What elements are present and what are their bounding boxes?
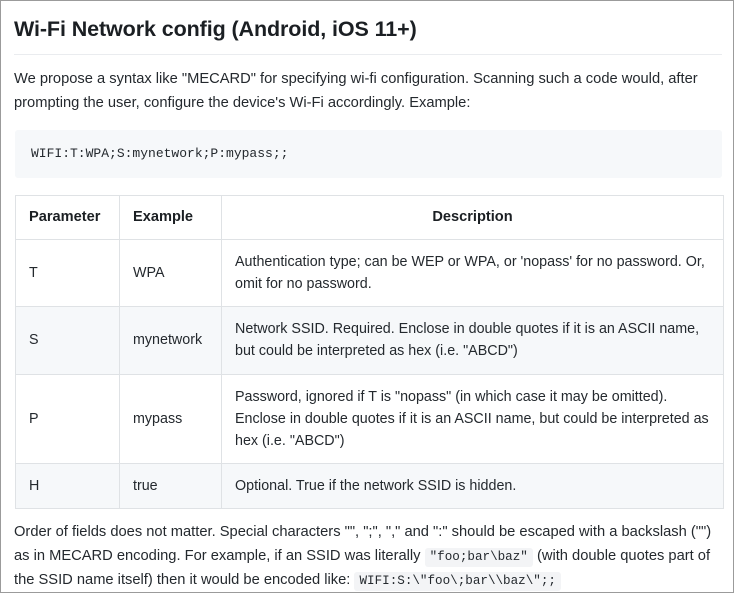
encoded-example-wrap: WIFI:S:\"foo\;bar\\baz\";;: [354, 571, 561, 591]
cell-parameter: P: [15, 373, 120, 465]
document-content: Wi-Fi Network config (Android, iOS 11+) …: [1, 1, 733, 592]
cell-example: mynetwork: [119, 306, 222, 375]
intro-paragraph: We propose a syntax like "MECARD" for sp…: [14, 70, 698, 111]
column-header-description: Description: [221, 195, 724, 240]
cell-example: WPA: [119, 238, 222, 308]
cell-description: Authentication type; can be WEP or WPA, …: [221, 238, 724, 308]
cell-parameter: H: [15, 463, 120, 510]
table-row: H true Optional. True if the network SSI…: [15, 463, 724, 510]
example-code-block: WIFI:T:WPA;S:mynetwork;P:mypass;;: [15, 129, 722, 179]
cell-parameter: T: [15, 238, 120, 308]
cell-parameter: S: [15, 306, 120, 375]
cell-description: Network SSID. Required. Enclose in doubl…: [221, 306, 724, 375]
cell-description: Password, ignored if T is "nopass" (in w…: [221, 373, 724, 465]
column-header-example: Example: [119, 195, 222, 240]
cell-description: Optional. True if the network SSID is hi…: [221, 463, 724, 510]
table-row: T WPA Authentication type; can be WEP or…: [15, 238, 724, 308]
document-page: Wi-Fi Network config (Android, iOS 11+) …: [0, 0, 734, 593]
column-header-parameter: Parameter: [15, 195, 120, 240]
closing-paragraph: Order of fields does not matter. Special…: [14, 521, 722, 592]
inline-code-ssid-example: "foo;bar\baz": [424, 548, 533, 568]
table-row: P mypass Password, ignored if T is "nopa…: [15, 373, 724, 465]
table-header-row: Parameter Example Description: [15, 195, 724, 240]
page-title: Wi-Fi Network config (Android, iOS 11+): [14, 16, 722, 55]
encoded-example-code: WIFI:S:\"foo\;bar\\baz\";;: [354, 571, 561, 591]
table-row: S mynetwork Network SSID. Required. Encl…: [15, 306, 724, 375]
parameter-table: Parameter Example Description T WPA Auth…: [15, 195, 724, 510]
cell-example: true: [119, 463, 222, 510]
cell-example: mypass: [119, 373, 222, 465]
